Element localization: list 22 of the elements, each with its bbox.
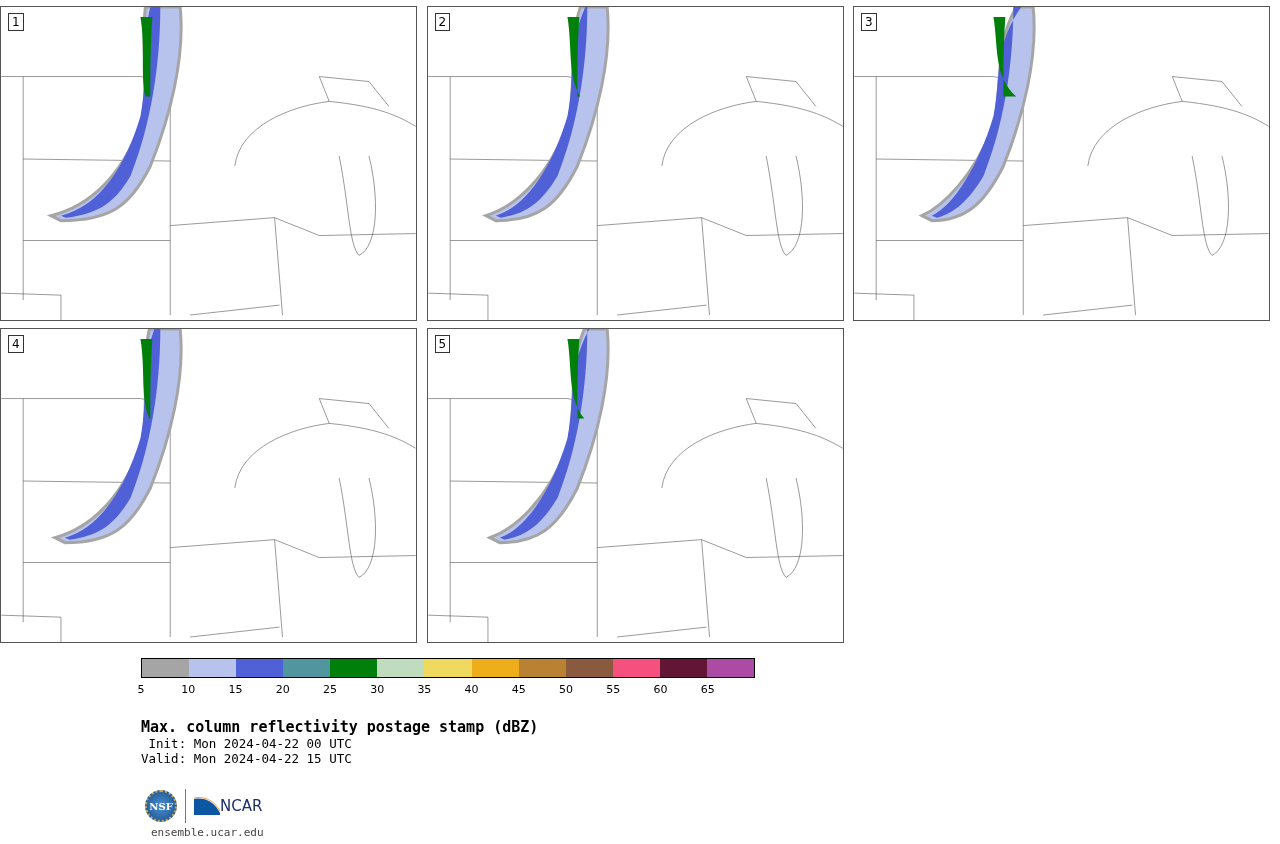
colorbar-tick-label: 15 — [228, 683, 243, 696]
colorbar-tick-label: 50 — [559, 683, 574, 696]
chart-title: Max. column reflectivity postage stamp (dBZ) — [141, 718, 540, 736]
init-time: Init: Mon 2024-04-22 00 UTC — [147, 736, 353, 751]
colorbar-tick-label: 45 — [511, 683, 526, 696]
colorbar-tick-label: 25 — [322, 683, 337, 696]
colorbar-tick-label: 60 — [653, 683, 668, 696]
nsf-logo: NSF — [145, 790, 177, 822]
website-url: ensemble.ucar.edu — [151, 826, 265, 839]
colorbar-tick-label: 40 — [464, 683, 479, 696]
colorbar-tick-label: 35 — [417, 683, 432, 696]
member-number: 4 — [8, 335, 24, 353]
colorbar-tick-label: 20 — [275, 683, 290, 696]
colorbar-tick-label: 30 — [370, 683, 385, 696]
colorbar-tick-label: 55 — [606, 683, 621, 696]
colorbar-tick-label: 10 — [181, 683, 196, 696]
member-number: 3 — [861, 13, 877, 31]
ncar-logo: NCAR — [194, 797, 263, 815]
valid-time: Valid: Mon 2024-04-22 15 UTC — [141, 751, 353, 766]
member-number: 1 — [8, 13, 24, 31]
colorbar-tick-label: 5 — [137, 683, 145, 696]
colorbar-tick-label: 65 — [700, 683, 715, 696]
